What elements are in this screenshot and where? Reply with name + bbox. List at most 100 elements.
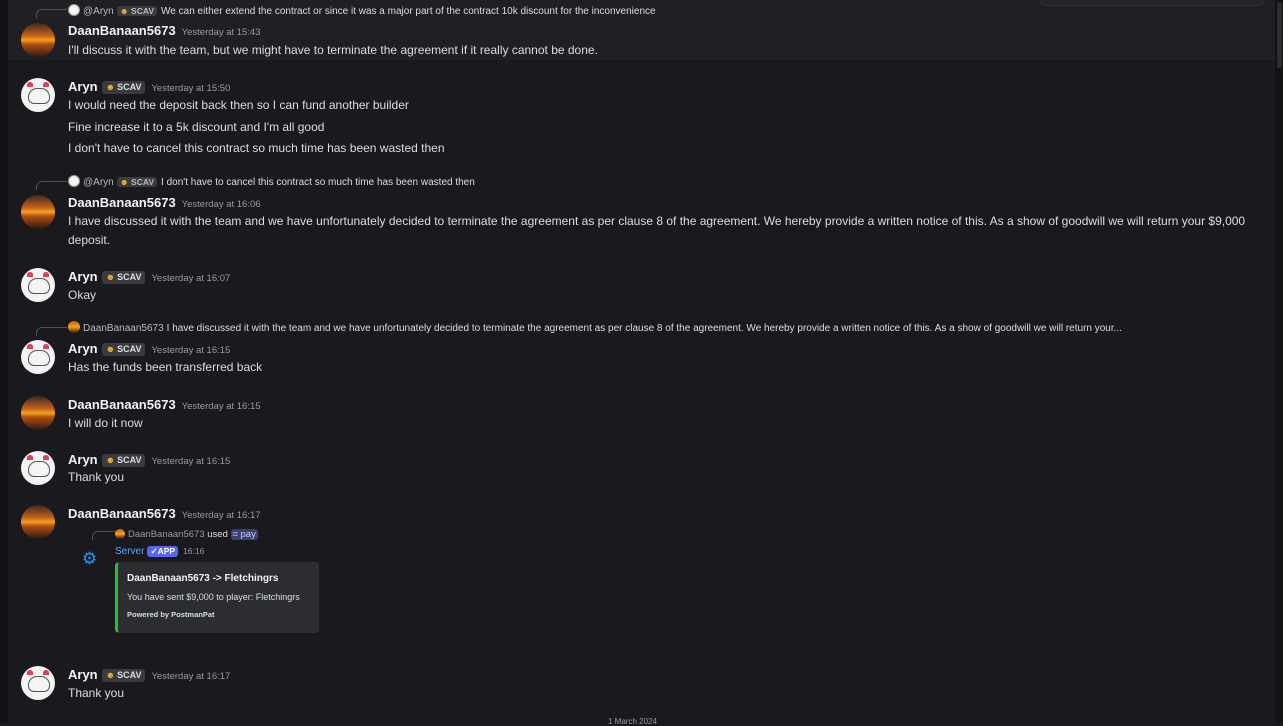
author-name[interactable]: Aryn — [68, 452, 98, 467]
avatar[interactable] — [21, 505, 55, 539]
author-name[interactable]: Aryn — [68, 79, 98, 94]
message[interactable]: @Aryn ☻ SCAV I don't have to cancel this c… — [8, 172, 1275, 252]
timestamp: Yesterday at 16:06 — [181, 199, 261, 210]
reply-avatar — [68, 175, 80, 187]
author-name[interactable]: DaanBanaan5673 — [68, 397, 176, 412]
avatar[interactable] — [21, 78, 55, 112]
payment-embed: DaanBanaan5673 -> Fletchingrs You have s… — [115, 562, 319, 633]
message-text: I don't have to cancel this contract so … — [68, 141, 445, 155]
app-badge: ✓APP — [147, 546, 179, 557]
author-name[interactable]: DaanBanaan5673 — [68, 506, 176, 521]
message-text: I have discussed it with the team and we… — [68, 214, 1246, 247]
scav-tag: ☻ SCAV — [101, 81, 146, 94]
reply-mention[interactable]: DaanBanaan5673 — [83, 323, 164, 334]
message[interactable]: Aryn ☻ SCAV Yesterday at 16:15 Thank you — [8, 449, 1275, 489]
message-text: Thank you — [68, 470, 125, 484]
timestamp: Yesterday at 16:15 — [151, 345, 231, 356]
command-user-avatar — [115, 529, 125, 539]
slash-command-icon: ⌗ — [232, 529, 241, 540]
scav-icon: ☻ — [105, 272, 116, 282]
reply-text: We can either extend the contract or sin… — [161, 6, 656, 17]
reply-text: I don't have to cancel this contract so … — [161, 177, 475, 188]
message-text: Okay — [68, 288, 97, 302]
embed-title: DaanBanaan5673 -> Fletchingrs — [127, 573, 279, 584]
timestamp: Yesterday at 15:43 — [181, 27, 261, 38]
reply-preview[interactable]: @Aryn ☻ SCAV I don't have to cancel this c… — [68, 175, 475, 188]
timestamp: Yesterday at 15:50 — [151, 83, 231, 94]
reply-avatar — [68, 4, 80, 16]
message-text: I'll discuss it with the team, but we mi… — [68, 43, 598, 57]
message-text: Thank you — [68, 686, 125, 700]
left-edge — [0, 0, 8, 723]
author-line: Aryn ☻ SCAV Yesterday at 16:07 — [68, 269, 230, 284]
reply-avatar — [68, 321, 80, 333]
scav-tag: ☻ SCAV — [101, 343, 146, 356]
message[interactable]: Aryn ☻ SCAV Yesterday at 16:17 Thank you — [8, 664, 1275, 706]
scav-icon: ☻ — [119, 177, 129, 187]
reply-mention[interactable]: @Aryn — [83, 177, 114, 188]
date-divider: 1 March 2024 — [608, 717, 657, 726]
author-line: Aryn ☻ SCAV Yesterday at 16:17 — [68, 667, 230, 682]
reply-connector — [36, 9, 67, 18]
timestamp: Yesterday at 16:17 — [151, 671, 231, 682]
embed-footer: Powered by PostmanPat — [127, 610, 215, 619]
author-line: DaanBanaan5673 Yesterday at 16:17 — [68, 506, 261, 521]
embed-description: You have sent $9,000 to player: Fletchin… — [127, 592, 300, 602]
timestamp: Yesterday at 16:15 — [151, 456, 231, 467]
avatar[interactable] — [21, 396, 55, 430]
author-line: DaanBanaan5673 Yesterday at 16:06 — [68, 195, 261, 210]
message[interactable]: DaanBanaan5673 Yesterday at 16:15 I will … — [8, 394, 1275, 434]
message-text: Has the funds been transferred back — [68, 360, 263, 374]
reply-connector — [36, 327, 67, 336]
author-line: Aryn ☻ SCAV Yesterday at 16:15 — [68, 452, 230, 467]
scrollbar[interactable] — [1275, 0, 1283, 723]
message-list: @Aryn ☻ SCAV We can either extend the cont… — [8, 0, 1275, 726]
reply-text: I have discussed it with the team and we… — [166, 323, 1122, 334]
verified-check-icon: ✓ — [150, 546, 158, 556]
reply-preview[interactable]: DaanBanaan5673 I have discussed it with t… — [68, 321, 1122, 334]
avatar[interactable] — [21, 340, 55, 374]
message-text: Fine increase it to a 5k discount and I'… — [68, 120, 325, 134]
reply-mention[interactable]: @Aryn — [83, 6, 114, 17]
scav-tag: ☻ SCAV — [101, 669, 146, 682]
reply-preview[interactable]: @Aryn ☻ SCAV We can either extend the cont… — [68, 4, 656, 17]
scav-icon: ☻ — [105, 344, 116, 354]
scav-tag: ☻ SCAV — [101, 271, 146, 284]
message[interactable]: Aryn ☻ SCAV Yesterday at 15:50 I would need… — [8, 76, 1275, 160]
timestamp: Yesterday at 16:07 — [151, 273, 231, 284]
timestamp: Yesterday at 16:17 — [181, 510, 261, 521]
author-line: Aryn ☻ SCAV Yesterday at 16:15 — [68, 341, 230, 356]
reply-tag: ☻ SCAV — [116, 6, 158, 16]
author-name[interactable]: DaanBanaan5673 — [68, 195, 176, 210]
author-line: Aryn ☻ SCAV Yesterday at 15:50 — [68, 79, 230, 94]
command-usage[interactable]: DaanBanaan5673 used ⌗ pay — [115, 529, 258, 540]
message-actions-toolbar[interactable] — [1041, 0, 1263, 6]
avatar[interactable] — [21, 451, 55, 485]
message-text: I would need the deposit back then so I … — [68, 98, 409, 112]
author-name[interactable]: Aryn — [68, 667, 98, 682]
bot-name[interactable]: Server — [115, 546, 144, 557]
command-user[interactable]: DaanBanaan5673 — [128, 529, 205, 540]
scav-icon: ☻ — [119, 6, 129, 16]
bot-author-line: Server ✓APP 16:16 — [115, 546, 204, 557]
avatar[interactable] — [21, 268, 55, 302]
avatar[interactable] — [21, 666, 55, 700]
author-name[interactable]: Aryn — [68, 269, 98, 284]
author-name[interactable]: Aryn — [68, 341, 98, 356]
scrollbar-thumb[interactable] — [1277, 2, 1282, 68]
avatar[interactable] — [21, 23, 55, 57]
gear-icon[interactable]: ⚙ — [81, 550, 98, 567]
timestamp: Yesterday at 16:15 — [181, 401, 261, 412]
message-text: I will do it now — [68, 416, 143, 430]
scav-tag: ☻ SCAV — [101, 454, 146, 467]
message[interactable]: Aryn ☻ SCAV Yesterday at 16:07 Okay — [8, 266, 1275, 306]
message[interactable]: DaanBanaan5673 I have discussed it with t… — [8, 318, 1275, 380]
scav-icon: ☻ — [105, 82, 116, 92]
slash-command[interactable]: ⌗ pay — [230, 529, 258, 540]
scav-icon: ☻ — [105, 455, 116, 465]
message[interactable]: @Aryn ☻ SCAV We can either extend the cont… — [8, 0, 1275, 60]
command-used-label: used — [207, 529, 228, 540]
avatar[interactable] — [21, 195, 55, 229]
author-name[interactable]: DaanBanaan5673 — [68, 23, 176, 38]
reply-tag: ☻ SCAV — [116, 177, 158, 187]
